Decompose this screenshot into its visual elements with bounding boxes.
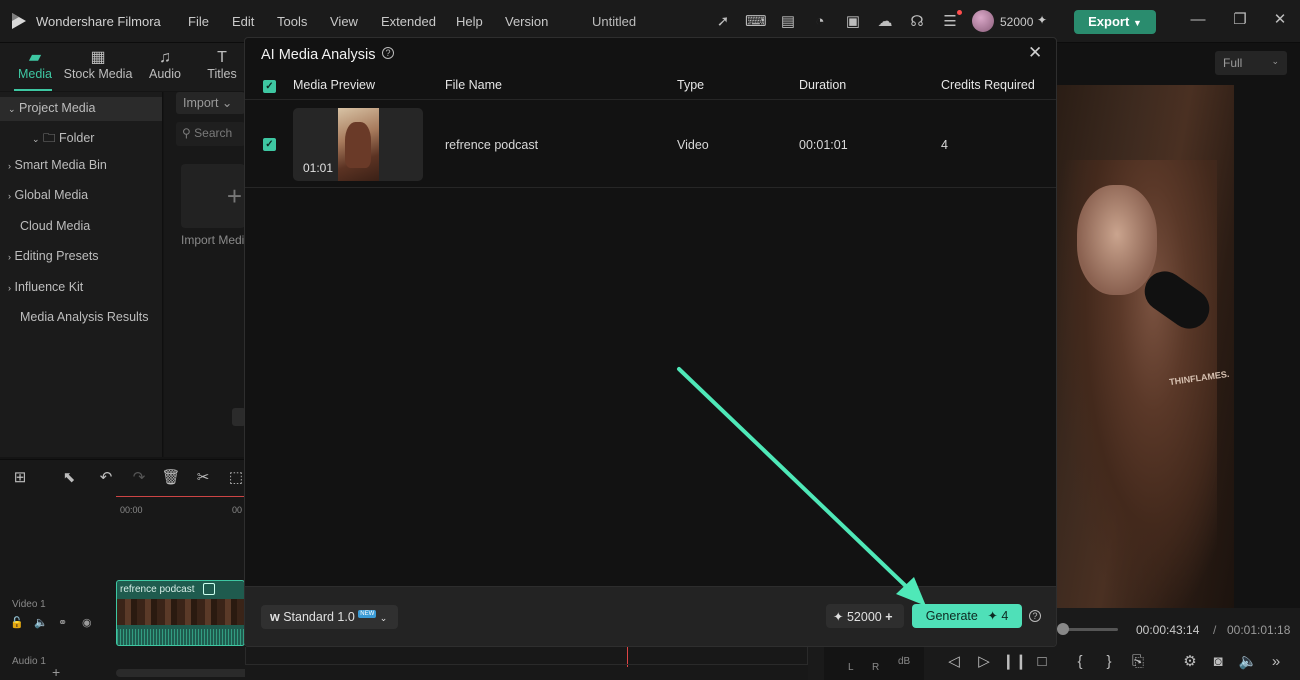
annotation-arrow [677,367,926,606]
